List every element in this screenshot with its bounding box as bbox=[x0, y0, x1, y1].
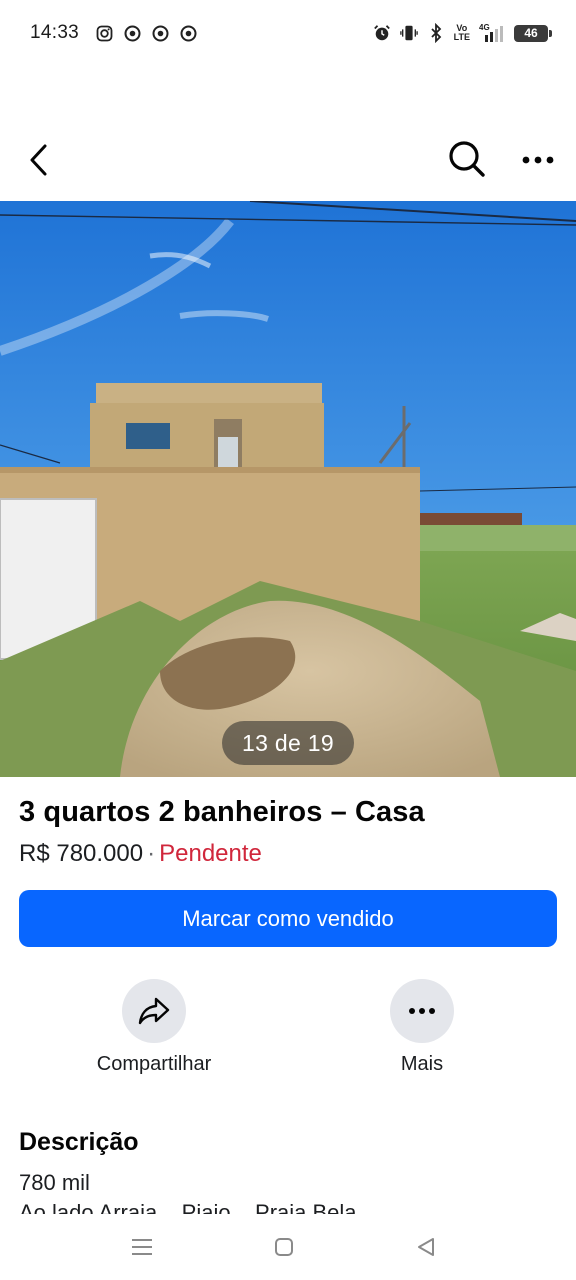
instagram-icon bbox=[95, 24, 113, 42]
menu-icon bbox=[132, 1239, 152, 1255]
share-label: Compartilhar bbox=[96, 1053, 212, 1075]
listing-price: R$ 780.000 bbox=[19, 840, 144, 867]
more-horizontal-icon bbox=[522, 156, 554, 164]
price-separator: · bbox=[147, 840, 156, 867]
back-button[interactable] bbox=[18, 138, 58, 182]
volte-icon: Vo LTE bbox=[453, 23, 470, 42]
share-button[interactable] bbox=[122, 979, 186, 1043]
description-line: 780 mil bbox=[19, 1170, 90, 1195]
status-bar-right: Vo LTE 4G 46 bbox=[373, 23, 552, 43]
recent-apps-button[interactable] bbox=[122, 1232, 162, 1262]
more-button[interactable] bbox=[390, 979, 454, 1043]
listing-status: Pendente bbox=[159, 840, 262, 867]
photo-counter: 13 de 19 bbox=[222, 721, 354, 765]
status-bar-left: 14:33 bbox=[30, 22, 197, 44]
mark-as-sold-button[interactable]: Marcar como vendido bbox=[19, 890, 557, 947]
chrome-icon bbox=[151, 24, 169, 42]
more-label: Mais bbox=[400, 1053, 444, 1075]
chrome-icon bbox=[179, 24, 197, 42]
svg-text:4G: 4G bbox=[479, 23, 490, 32]
more-action[interactable]: Mais bbox=[342, 979, 502, 1076]
vibrate-icon bbox=[399, 24, 418, 42]
listing-title: 3 quartos 2 banheiros – Casa bbox=[19, 796, 425, 828]
screen: 14:33 Vo LTE 4G 46 13 de 19 3 quartos 2 … bbox=[0, 0, 576, 1280]
house-photo-image bbox=[0, 201, 576, 777]
search-icon bbox=[449, 141, 485, 177]
alarm-icon bbox=[373, 24, 391, 42]
chevron-left-icon bbox=[30, 144, 47, 176]
search-button[interactable] bbox=[444, 136, 490, 182]
share-action[interactable]: Compartilhar bbox=[74, 979, 234, 1076]
back-triangle-icon bbox=[418, 1238, 434, 1256]
battery-icon: 46 bbox=[514, 24, 552, 42]
bluetooth-icon bbox=[427, 23, 445, 43]
signal-4g-icon: 4G bbox=[479, 23, 505, 42]
home-square-icon bbox=[275, 1238, 293, 1256]
app-bar bbox=[0, 120, 576, 200]
chrome-icon bbox=[123, 24, 141, 42]
more-options-button[interactable] bbox=[516, 140, 560, 180]
price-row: R$ 780.000 · Pendente bbox=[19, 840, 262, 868]
nav-back-button[interactable] bbox=[406, 1232, 446, 1262]
battery-level: 46 bbox=[524, 26, 538, 40]
home-button[interactable] bbox=[264, 1232, 304, 1262]
description-heading: Descrição bbox=[19, 1128, 139, 1156]
share-icon bbox=[138, 997, 170, 1025]
listing-photo[interactable] bbox=[0, 201, 576, 777]
description-line-cut: Ao lado Arraia... Piajo... Praia Bela bbox=[19, 1202, 357, 1214]
more-horizontal-icon bbox=[409, 1008, 435, 1014]
system-nav-bar bbox=[0, 1214, 576, 1280]
status-time: 14:33 bbox=[30, 22, 80, 43]
status-bar: 14:33 Vo LTE 4G 46 bbox=[0, 0, 576, 66]
